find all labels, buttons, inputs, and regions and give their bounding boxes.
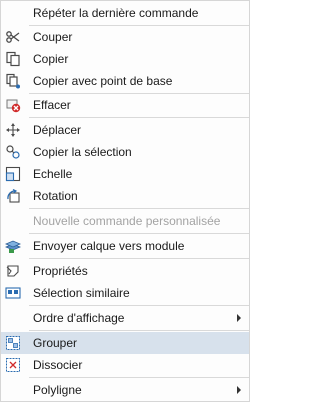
menu-item-label: Envoyer calque vers module — [33, 239, 185, 253]
move-icon — [5, 122, 21, 138]
menu-item-send-layer-to-module[interactable]: Envoyer calque vers module — [1, 235, 249, 257]
menu-item-label: Polyligne — [33, 383, 82, 397]
menu-item-group[interactable]: Grouper — [1, 332, 249, 354]
menu-item-copy-selection[interactable]: Copier la sélection — [1, 141, 249, 163]
menu-item-label: Déplacer — [33, 123, 82, 137]
properties-icon — [5, 263, 21, 279]
ungroup-icon — [5, 357, 21, 373]
menu-item-label: Echelle — [33, 167, 73, 181]
menu-item-polyline[interactable]: Polyligne — [1, 379, 249, 401]
menu-item-label: Copier — [33, 52, 69, 66]
menu-item-copy[interactable]: Copier — [1, 48, 249, 70]
menu-item-label: Rotation — [33, 189, 78, 203]
menu-separator — [29, 233, 249, 234]
menu-item-label: Dissocier — [33, 358, 83, 372]
scissors-icon — [5, 29, 21, 45]
context-menu: Répéter la dernière commande Couper Copi… — [0, 0, 250, 402]
menu-item-cut[interactable]: Couper — [1, 26, 249, 48]
menu-item-label: Grouper — [33, 336, 78, 350]
menu-separator — [29, 258, 249, 259]
menu-item-move[interactable]: Déplacer — [1, 119, 249, 141]
submenu-arrow-icon — [237, 386, 241, 394]
menu-item-scale[interactable]: Echelle — [1, 163, 249, 185]
menu-item-properties[interactable]: Propriétés — [1, 260, 249, 282]
scale-icon — [5, 166, 21, 182]
menu-item-ungroup[interactable]: Dissocier — [1, 354, 249, 376]
copy-selection-icon — [5, 144, 21, 160]
menu-item-label: Ordre d'affichage — [33, 311, 125, 325]
menu-separator — [29, 305, 249, 306]
menu-item-label: Nouvelle commande personnalisée — [33, 214, 221, 228]
menu-separator — [29, 377, 249, 378]
copy-icon — [5, 51, 21, 67]
menu-item-rotate[interactable]: Rotation — [1, 185, 249, 207]
menu-item-erase[interactable]: Effacer — [1, 94, 249, 116]
menu-item-label: Copier avec point de base — [33, 74, 173, 88]
menu-separator — [29, 330, 249, 331]
layer-send-icon — [5, 238, 21, 254]
menu-item-label: Copier la sélection — [33, 145, 132, 159]
menu-item-new-custom-command: Nouvelle commande personnalisée — [1, 210, 249, 232]
select-similar-icon — [5, 285, 21, 301]
menu-separator — [29, 117, 249, 118]
submenu-arrow-icon — [237, 314, 241, 322]
copy-base-point-icon — [5, 73, 21, 89]
menu-item-copy-with-base-point[interactable]: Copier avec point de base — [1, 70, 249, 92]
menu-item-label: Sélection similaire — [33, 286, 130, 300]
menu-separator — [29, 208, 249, 209]
menu-item-label: Répéter la dernière commande — [33, 6, 199, 20]
menu-item-select-similar[interactable]: Sélection similaire — [1, 282, 249, 304]
menu-item-repeat-last-command[interactable]: Répéter la dernière commande — [1, 2, 249, 24]
rotate-icon — [5, 188, 21, 204]
menu-item-label: Effacer — [33, 98, 71, 112]
menu-item-draw-order[interactable]: Ordre d'affichage — [1, 307, 249, 329]
menu-item-label: Couper — [33, 30, 73, 44]
menu-item-label: Propriétés — [33, 264, 88, 278]
group-icon — [5, 335, 21, 351]
erase-icon — [5, 97, 21, 113]
